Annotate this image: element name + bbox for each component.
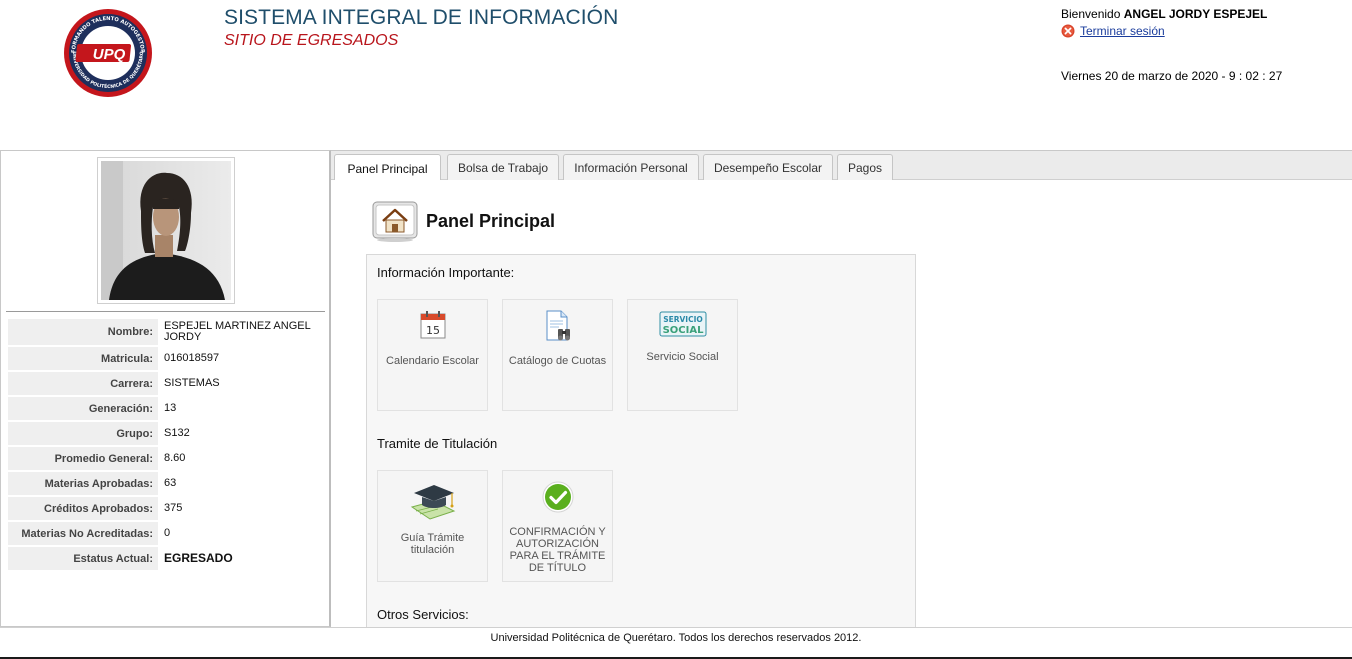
info-row-matricula: Matricula: 016018597: [8, 347, 325, 370]
svg-text:SERVICIO: SERVICIO: [663, 315, 703, 324]
info-label: Grupo:: [8, 422, 158, 445]
info-row-materias-aprobadas: Materias Aprobadas: 63: [8, 472, 325, 495]
info-label: Materias Aprobadas:: [8, 472, 158, 495]
student-photo-frame: [97, 157, 235, 304]
welcome-prefix: Bienvenido: [1061, 7, 1121, 21]
info-label: Nombre:: [8, 319, 158, 345]
page-footer: Universidad Politécnica de Querétaro. To…: [0, 627, 1352, 659]
info-value: 8.60: [164, 452, 186, 464]
system-subtitle: SITIO DE EGRESADOS: [224, 32, 399, 49]
servicio-social-icon: SERVICIO SOCIAL: [659, 311, 706, 337]
logout-link[interactable]: Terminar sesión: [1080, 24, 1165, 38]
info-label: Estatus Actual:: [8, 547, 158, 570]
tile-label: CONFIRMACIÓN Y AUTORIZACIÓN PARA EL TRÁM…: [509, 526, 606, 574]
info-value: ESPEJEL MARTINEZ ANGEL JORDY: [164, 320, 311, 343]
user-name: ANGEL JORDY ESPEJEL: [1123, 7, 1268, 21]
info-row-carrera: Carrera: SISTEMAS: [8, 372, 325, 395]
logout-area: Terminar sesión: [1061, 24, 1165, 38]
info-row-no-acreditadas: Materias No Acreditadas: 0: [8, 522, 325, 545]
student-info-table: Nombre: ESPEJEL MARTINEZ ANGEL JORDY Mat…: [8, 319, 325, 572]
info-row-estatus: Estatus Actual: EGRESADO: [8, 547, 325, 570]
info-label: Promedio General:: [8, 447, 158, 470]
document-binoculars-icon: [546, 310, 570, 341]
close-circle-icon[interactable]: [1061, 24, 1075, 38]
calendar-icon: 15: [420, 311, 445, 339]
info-value: 375: [164, 502, 183, 514]
tile-calendario-escolar[interactable]: 15 Calendario Escolar: [377, 299, 488, 411]
info-label: Matricula:: [8, 347, 158, 370]
info-row-creditos: Créditos Aprobados: 375: [8, 497, 325, 520]
status-value: EGRESADO: [164, 551, 233, 565]
info-value: 016018597: [164, 352, 220, 364]
info-row-promedio: Promedio General: 8.60: [8, 447, 325, 470]
profile-sidebar: Nombre: ESPEJEL MARTINEZ ANGEL JORDY Mat…: [0, 150, 331, 627]
tab-bar: Panel Principal Bolsa de Trabajo Informa…: [331, 150, 1352, 182]
graduation-cap-icon: [410, 485, 455, 520]
tile-label: Servicio Social: [646, 351, 719, 363]
section-title-titulacion: Tramite de Titulación: [377, 436, 498, 451]
sidebar-divider: [6, 311, 325, 312]
panel-header: Panel Principal: [372, 200, 555, 242]
svg-text:SOCIAL: SOCIAL: [662, 325, 704, 336]
info-value: 13: [164, 402, 177, 414]
info-row-generacion: Generación: 13: [8, 397, 325, 420]
info-label: Generación:: [8, 397, 158, 420]
tile-label: Calendario Escolar: [386, 355, 479, 367]
info-value: S132: [164, 427, 190, 439]
tab-panel-principal[interactable]: Panel Principal: [334, 154, 441, 182]
svg-text:UPQ: UPQ: [93, 46, 126, 63]
main-panel: Panel Principal Información Importante: …: [331, 180, 1352, 627]
checkmark-icon: [542, 481, 573, 513]
info-value: SISTEMAS: [164, 377, 220, 389]
tile-confirmacion-autorizacion[interactable]: CONFIRMACIÓN Y AUTORIZACIÓN PARA EL TRÁM…: [502, 470, 613, 582]
upq-logo: FORMANDO TALENTO AUTOGESTOR UNIVERSIDAD …: [64, 9, 152, 97]
tab-desempeno-escolar[interactable]: Desempeño Escolar: [703, 154, 833, 180]
tile-label: Catálogo de Cuotas: [508, 355, 607, 367]
tab-informacion-personal[interactable]: Información Personal: [563, 154, 699, 180]
panel-title: Panel Principal: [426, 210, 556, 231]
section-title-otros-servicios: Otros Servicios:: [377, 607, 469, 622]
info-row-grupo: Grupo: S132: [8, 422, 325, 445]
services-box: Información Importante: 15 Calendario Es…: [366, 254, 916, 627]
system-title: SISTEMA INTEGRAL DE INFORMACIÓN: [224, 6, 619, 29]
section-title-informacion: Información Importante:: [377, 265, 515, 280]
welcome-message: Bienvenido ANGEL JORDY ESPEJEL: [1061, 7, 1267, 21]
student-photo: [101, 161, 231, 300]
page-header: FORMANDO TALENTO AUTOGESTOR UNIVERSIDAD …: [0, 0, 1352, 150]
info-value: 63: [164, 477, 177, 489]
tab-bolsa-de-trabajo[interactable]: Bolsa de Trabajo: [447, 154, 559, 180]
tile-guia-tramite-titulacion[interactable]: Guía Trámite titulación: [377, 470, 488, 582]
home-icon: [372, 201, 418, 242]
info-label: Carrera:: [8, 372, 158, 395]
tile-catalogo-de-cuotas[interactable]: Catálogo de Cuotas: [502, 299, 613, 411]
info-row-nombre: Nombre: ESPEJEL MARTINEZ ANGEL JORDY: [8, 319, 325, 345]
svg-text:15: 15: [426, 324, 440, 337]
footer-copyright: Universidad Politécnica de Querétaro. To…: [490, 632, 862, 644]
info-label: Créditos Aprobados:: [8, 497, 158, 520]
tab-pagos[interactable]: Pagos: [837, 154, 893, 180]
tile-servicio-social[interactable]: SERVICIO SOCIAL Servicio Social: [627, 299, 738, 411]
info-label: Materias No Acreditadas:: [8, 522, 158, 545]
tile-label: Guía Trámite titulación: [400, 532, 465, 556]
info-value: 0: [164, 527, 171, 539]
current-datetime: Viernes 20 de marzo de 2020 - 9 : 02 : 2…: [1061, 69, 1283, 83]
